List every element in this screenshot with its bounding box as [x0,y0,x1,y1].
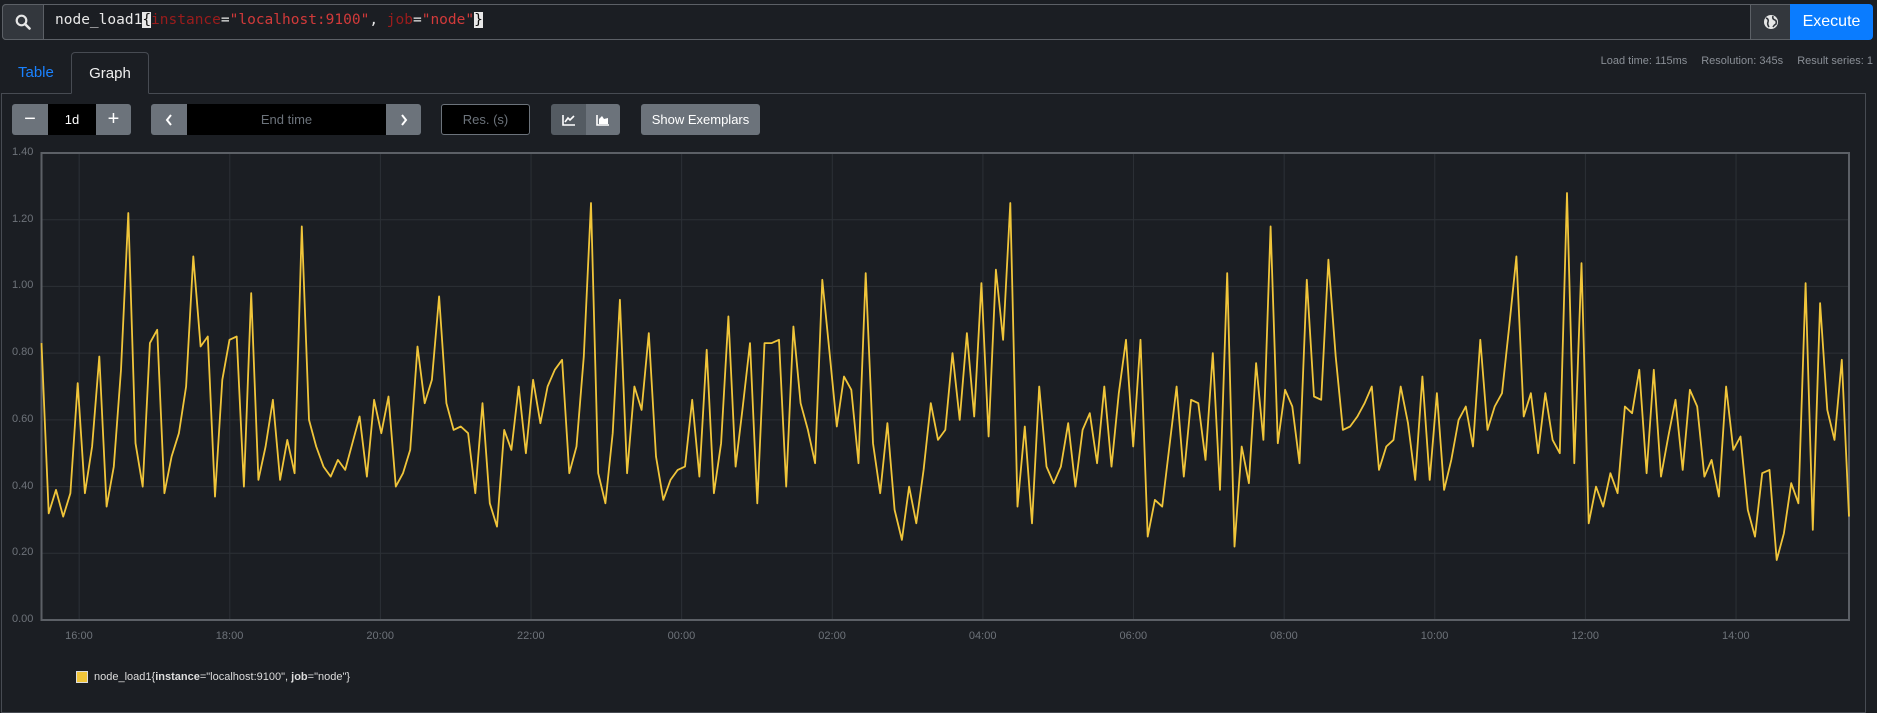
tab-graph[interactable]: Graph [71,52,149,94]
graph-chart [40,152,1850,621]
legend-label: node_load1{instance="localhost:9100", jo… [94,671,351,683]
series-line [40,192,1850,561]
legend-swatch [76,671,88,683]
legend-item[interactable]: node_load1{instance="localhost:9100", jo… [76,671,350,683]
